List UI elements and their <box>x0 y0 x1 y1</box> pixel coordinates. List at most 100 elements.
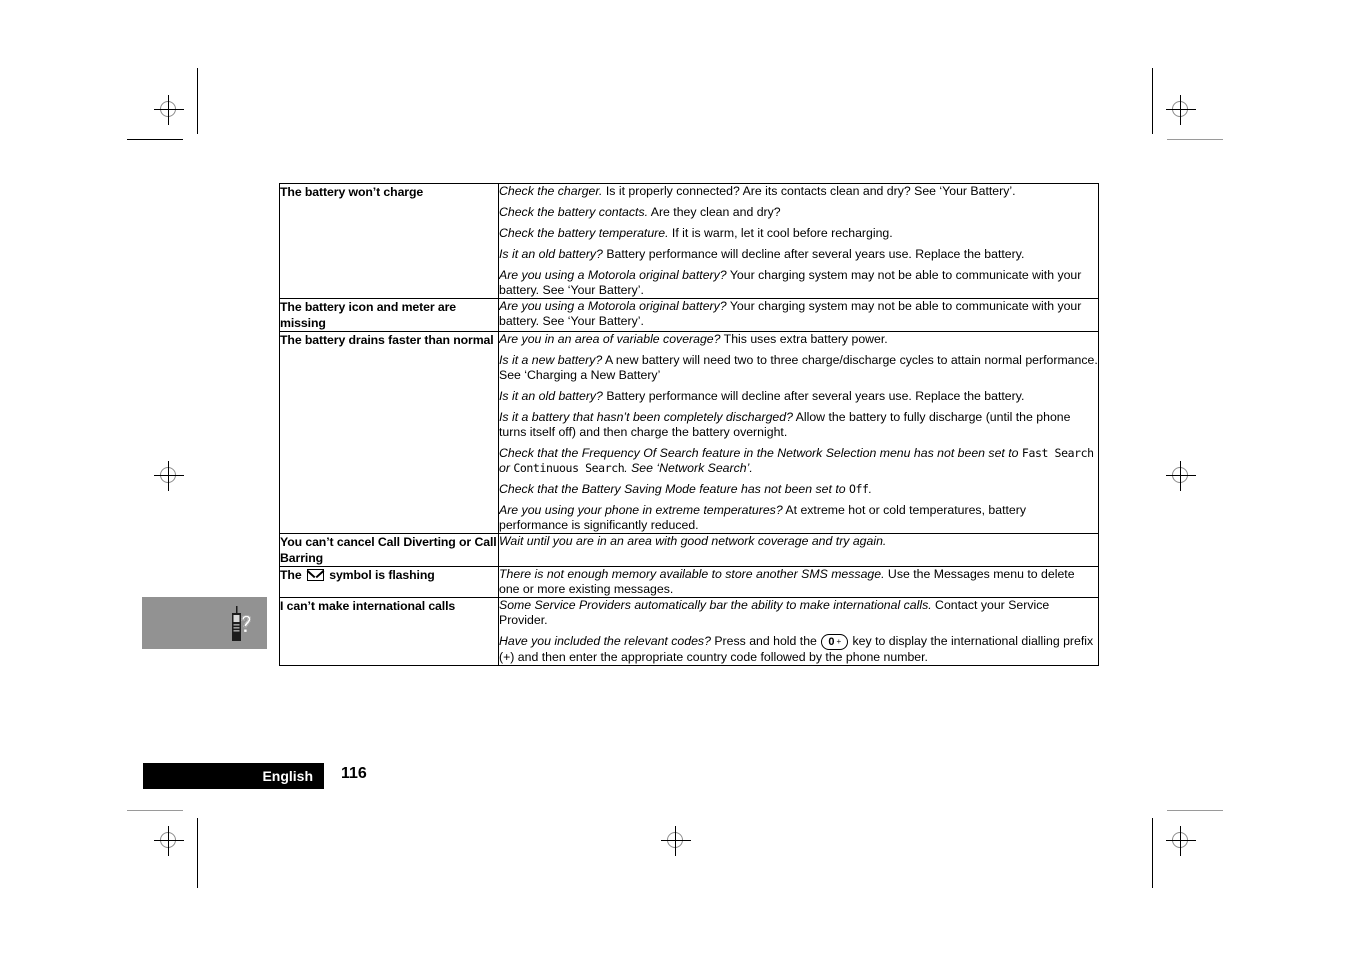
registration-hline <box>1166 840 1196 841</box>
solution-item: Check the battery contacts. Are they cle… <box>499 205 1098 220</box>
solution-rest: This uses extra battery power. <box>720 332 888 346</box>
solution-rest: Is it properly connected? Are its contac… <box>602 184 1016 198</box>
trim-line-bottom-right-vertical <box>1152 818 1154 888</box>
solution-cell: Some Service Providers automatically bar… <box>499 598 1099 666</box>
registration-hline <box>1166 475 1196 476</box>
solution-lead: Is it a new battery? <box>499 353 603 367</box>
solution-cell: Wait until you are in an area with good … <box>499 534 1099 567</box>
solution-item: Is it a battery that hasn’t been complet… <box>499 410 1098 440</box>
solution-rest: Battery performance will decline after s… <box>602 389 1025 403</box>
registration-mark-mid-right <box>1166 461 1196 491</box>
symptom-cell: I can’t make international calls <box>279 597 499 666</box>
symptom-cell: The battery icon and meter are missing <box>279 298 499 332</box>
registration-vline <box>168 826 169 856</box>
registration-vline <box>1180 95 1181 125</box>
symptom-text-pre: The <box>280 568 305 582</box>
registration-vline <box>168 461 169 491</box>
solution-rest: If it is warm, let it cool before rechar… <box>668 226 893 240</box>
key-zero-icon: 0 + <box>821 634 849 650</box>
solution-item: There is not enough memory available to … <box>499 567 1098 597</box>
solution-item: Wait until you are in an area with good … <box>499 534 1098 549</box>
registration-vline <box>168 95 169 125</box>
solution-lead: Is it an old battery? <box>499 247 603 261</box>
solution-item: Some Service Providers automatically bar… <box>499 598 1098 628</box>
solution-rest: Battery performance will decline after s… <box>602 247 1025 261</box>
solution-mid: or <box>499 461 514 475</box>
trim-line-bottom-right-horizontal <box>1167 810 1223 812</box>
registration-vline <box>675 826 676 856</box>
registration-hline <box>154 840 184 841</box>
key-label: 0 <box>828 636 835 648</box>
language-label: English <box>262 768 313 784</box>
solution-lead: There is not enough memory available to … <box>499 567 885 581</box>
trim-line-top-right-horizontal <box>1167 139 1223 141</box>
trim-line-top-left-horizontal <box>127 139 183 141</box>
trim-line-top-left-vertical <box>197 68 199 134</box>
solution-lead: Check the charger. <box>499 184 603 198</box>
registration-vline <box>1180 461 1181 491</box>
envelope-icon <box>306 569 324 581</box>
symptom-cell: The symbol is flashing <box>279 566 499 598</box>
solution-lead: Check the battery contacts. <box>499 205 649 219</box>
solution-cell: Check the charger. Is it properly connec… <box>499 184 1099 299</box>
section-side-tab <box>142 597 267 649</box>
solution-lead: Is it an old battery? <box>499 389 603 403</box>
registration-vline <box>1180 826 1181 856</box>
symptom-text-post: symbol is flashing <box>325 568 435 582</box>
page-number: 116 <box>341 765 367 782</box>
phone-question-icon <box>204 600 254 647</box>
solution-cell: There is not enough memory available to … <box>499 567 1099 598</box>
solution-item: Are you in an area of variable coverage?… <box>499 332 1098 347</box>
solution-lead: Are you using your phone in extreme temp… <box>499 503 783 517</box>
table-row: The battery drains faster than normal Ar… <box>279 331 1099 534</box>
solution-lead: Check that the Battery Saving Mode featu… <box>499 482 849 496</box>
trim-line-bottom-left-horizontal <box>127 810 183 812</box>
table-row: The battery won’t charge Check the charg… <box>279 183 1099 299</box>
symptom-cell: The battery drains faster than normal <box>279 331 499 534</box>
registration-mark-mid-left <box>154 461 184 491</box>
solution-item: Check the charger. Is it properly connec… <box>499 184 1098 199</box>
table-row: The battery icon and meter are missing A… <box>279 298 1099 332</box>
registration-mark-bottom-right <box>1166 826 1196 856</box>
registration-hline <box>154 475 184 476</box>
symptom-cell: The battery won’t charge <box>279 183 499 299</box>
solution-item: Are you using a Motorola original batter… <box>499 268 1098 298</box>
table-row: The symbol is flashing There is not enou… <box>279 566 1099 598</box>
solution-item: Check the battery temperature. If it is … <box>499 226 1098 241</box>
solution-cell: Are you in an area of variable coverage?… <box>499 332 1099 534</box>
solution-rest: . See ‘Network Search’. <box>624 461 753 475</box>
solution-item: Check that the Battery Saving Mode featu… <box>499 482 1098 497</box>
solution-lead: Are you using a Motorola original batter… <box>499 299 727 313</box>
trim-line-bottom-left-vertical <box>197 818 199 888</box>
key-superscript: + <box>836 637 842 646</box>
troubleshooting-table: The battery won’t charge Check the charg… <box>279 183 1099 666</box>
solution-item: Are you using a Motorola original batter… <box>499 299 1098 329</box>
registration-mark-bottom-left <box>154 826 184 856</box>
solution-item: Is it an old battery? Battery performanc… <box>499 247 1098 262</box>
registration-mark-top-right <box>1166 95 1196 125</box>
solution-item: Check that the Frequency Of Search featu… <box>499 446 1098 476</box>
solution-lead: Is it a battery that hasn’t been complet… <box>499 410 793 424</box>
solution-item: Is it an old battery? Battery performanc… <box>499 389 1098 404</box>
solution-lead: Check that the Frequency Of Search featu… <box>499 446 1022 460</box>
solution-lead: Have you included the relevant codes? <box>499 634 711 648</box>
table-row: You can’t cancel Call Diverting or Call … <box>279 533 1099 567</box>
solution-rest: . <box>868 482 872 496</box>
display-text: Continuous Search <box>513 461 625 475</box>
display-text: Off <box>849 482 869 496</box>
footer-language-bar: English <box>143 763 324 789</box>
solution-cell: Are you using a Motorola original batter… <box>499 299 1099 332</box>
solution-rest: Are they clean and dry? <box>648 205 781 219</box>
solution-lead: Are you using a Motorola original batter… <box>499 268 727 282</box>
registration-hline <box>661 840 691 841</box>
symptom-cell: You can’t cancel Call Diverting or Call … <box>279 533 499 567</box>
solution-lead: Check the battery temperature. <box>499 226 669 240</box>
solution-item: Are you using your phone in extreme temp… <box>499 503 1098 533</box>
registration-hline <box>1166 109 1196 110</box>
solution-lead: Wait until you are in an area with good … <box>499 534 887 548</box>
solution-lead: Are you in an area of variable coverage? <box>499 332 721 346</box>
display-text: Fast Search <box>1021 446 1094 460</box>
solution-lead: Some Service Providers automatically bar… <box>499 598 932 612</box>
trim-line-top-right-vertical <box>1152 68 1154 134</box>
registration-mark-bottom-center <box>661 826 691 856</box>
